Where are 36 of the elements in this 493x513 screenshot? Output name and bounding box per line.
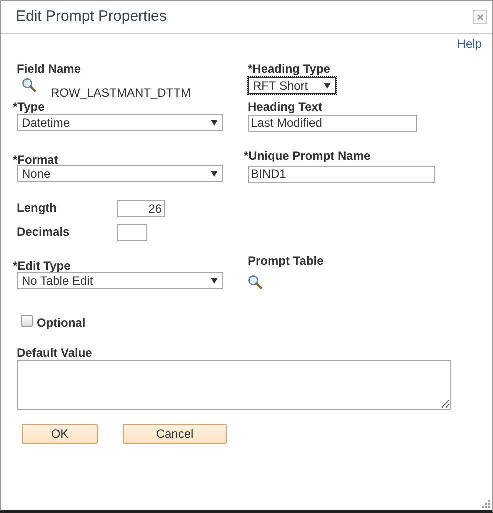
resize-grip-icon [482, 500, 490, 508]
type-dropdown[interactable]: Datetime [17, 114, 223, 131]
field-label: *Unique Prompt Name [244, 149, 371, 163]
caret-icon [211, 170, 218, 176]
default-value-field[interactable] [17, 360, 451, 410]
field-label: *Edit Type [13, 259, 71, 273]
heading-text-field[interactable]: Last Modified [248, 114, 417, 132]
caret-icon [211, 120, 218, 126]
close-icon [476, 14, 484, 20]
checkbox-label: Optional [37, 315, 86, 332]
decimals-field[interactable] [117, 224, 147, 241]
close-button[interactable] [473, 10, 487, 24]
format-dropdown[interactable]: None [17, 165, 223, 182]
length-field[interactable]: 26 [117, 200, 165, 217]
help-link[interactable]: Help [457, 35, 482, 53]
edit-type-dropdown[interactable]: No Table Edit [17, 272, 223, 289]
field-label: Heading Text [248, 100, 322, 114]
prompt-name-field[interactable]: BIND1 [248, 166, 435, 182]
field-label: *Type [13, 100, 45, 114]
heading-type-dropdown[interactable]: RFT Short [248, 77, 336, 94]
dialog-title: Edit Prompt Properties [16, 6, 167, 27]
field-label: Decimals [17, 224, 71, 241]
cancel-button[interactable]: Cancel [123, 424, 227, 444]
search-icon[interactable] [22, 78, 36, 92]
field-value: ROW_LASTMANT_DTTM [51, 85, 192, 102]
field-label: Length [17, 200, 58, 217]
field-label: *Heading Type [248, 62, 330, 76]
caret-icon [324, 82, 331, 88]
caret-icon [211, 278, 218, 284]
field-label: Default Value [17, 346, 92, 360]
optional-checkbox[interactable] [21, 315, 33, 327]
field-label: *Format [13, 153, 58, 167]
field-label: Field Name [17, 62, 82, 76]
field-label: Prompt Table [248, 254, 324, 268]
ok-button[interactable]: OK [22, 424, 98, 444]
search-icon[interactable] [248, 275, 262, 289]
